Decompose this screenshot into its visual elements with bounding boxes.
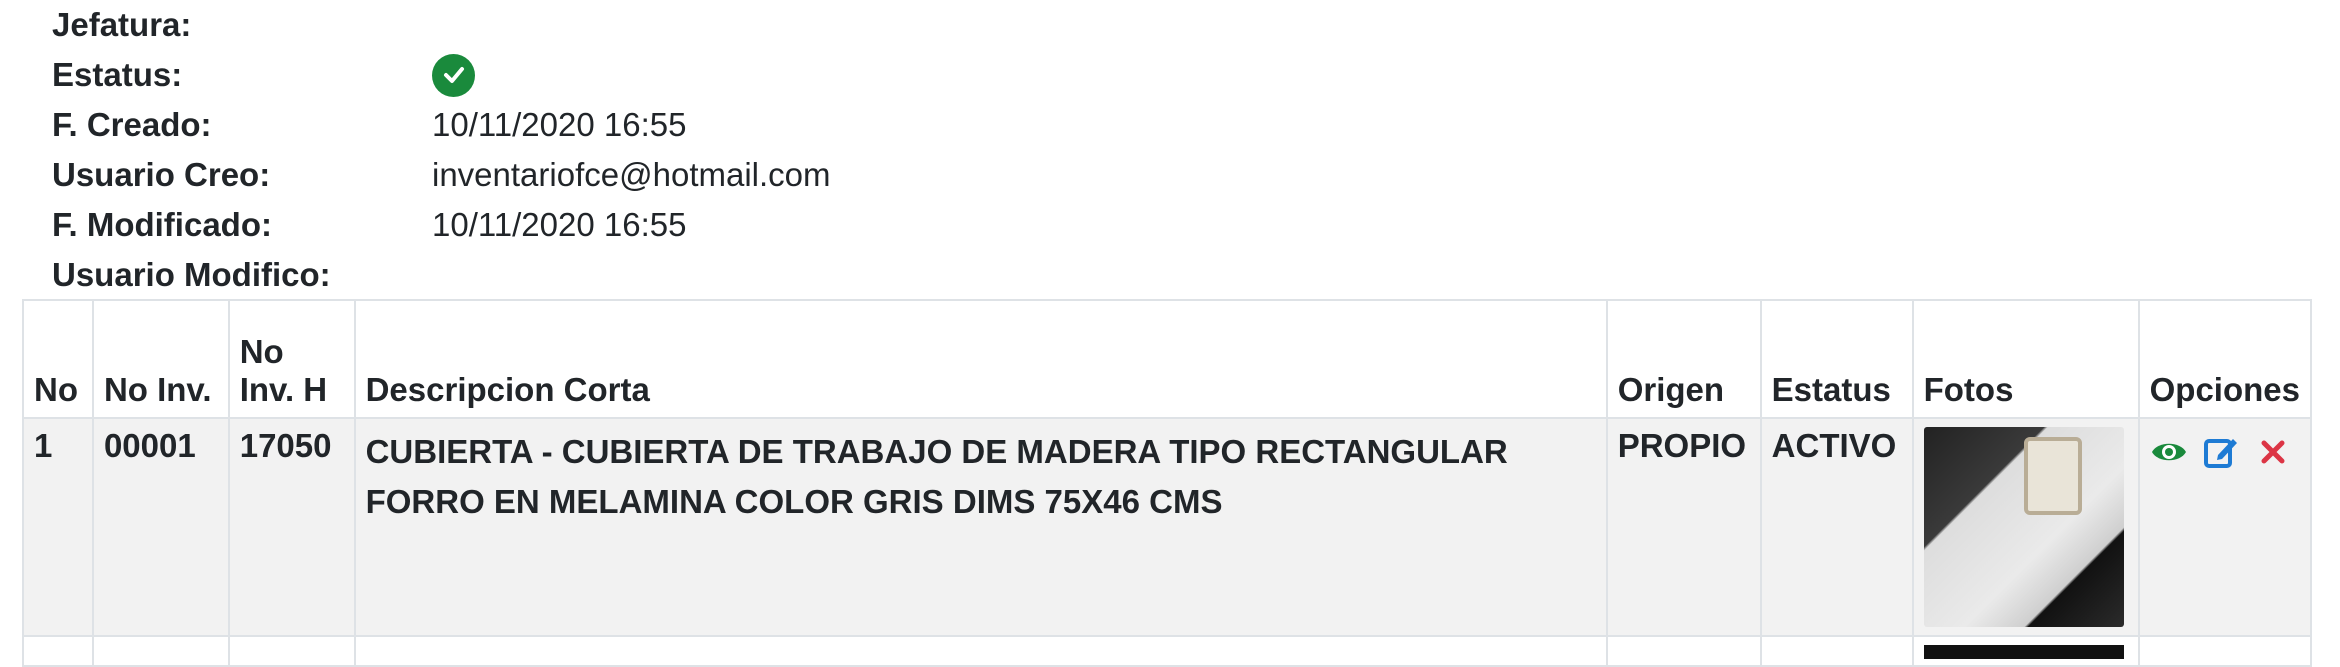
cell-empty	[22, 635, 94, 667]
header-estatus: Estatus	[1759, 299, 1914, 419]
table-row: 1 00001 17050 CUBIERTA - CUBIERTA DE TRA…	[22, 417, 2313, 637]
header-no-inv: No Inv.	[91, 299, 230, 419]
cell-fotos-next	[1911, 635, 2140, 667]
table-header-row: No No Inv. No Inv. H Descripcion Corta O…	[22, 299, 2313, 419]
cell-no-inv: 00001	[91, 417, 230, 637]
cell-empty	[2137, 635, 2313, 667]
header-opciones: Opciones	[2137, 299, 2313, 419]
close-icon[interactable]	[2254, 433, 2292, 471]
edit-icon[interactable]	[2202, 433, 2240, 471]
f-creado-value: 10/11/2020 16:55	[432, 106, 687, 143]
cell-empty	[1605, 635, 1762, 667]
inventory-table: No No Inv. No Inv. H Descripcion Corta O…	[22, 299, 2313, 667]
cell-no-inv-h: 17050	[227, 417, 356, 637]
info-row-jefatura: Jefatura:	[52, 0, 831, 50]
f-modificado-label: F. Modificado:	[52, 206, 272, 243]
header-no-inv-h: No Inv. H	[227, 299, 356, 419]
header-descripcion: Descripcion Corta	[353, 299, 1608, 419]
cell-empty	[1759, 635, 1914, 667]
eye-icon[interactable]	[2150, 433, 2188, 471]
check-circle-icon	[432, 53, 475, 97]
cell-empty	[353, 635, 1608, 667]
f-modificado-value: 10/11/2020 16:55	[432, 206, 687, 243]
usuario-creo-label: Usuario Creo:	[52, 156, 271, 193]
cell-descripcion: CUBIERTA - CUBIERTA DE TRABAJO DE MADERA…	[353, 417, 1608, 637]
info-row-estatus: Estatus:	[52, 50, 831, 100]
header-fotos: Fotos	[1911, 299, 2140, 419]
info-row-f-creado: F. Creado: 10/11/2020 16:55	[52, 100, 831, 150]
info-row-usuario-creo: Usuario Creo: inventariofce@hotmail.com	[52, 150, 831, 200]
options-group	[2150, 427, 2300, 471]
usuario-creo-value: inventariofce@hotmail.com	[432, 156, 831, 193]
estatus-label: Estatus:	[52, 56, 183, 93]
info-row-f-modificado: F. Modificado: 10/11/2020 16:55	[52, 200, 831, 250]
desk-photo[interactable]	[1923, 427, 2124, 627]
next-photo-edge	[1923, 645, 2124, 659]
usuario-modifico-label: Usuario Modifico:	[52, 256, 331, 293]
header-no-inv-h-line1: No	[239, 333, 284, 370]
descripcion-line2: FORRO EN MELAMINA COLOR GRIS DIMS 75X46 …	[365, 483, 1223, 520]
header-origen: Origen	[1605, 299, 1762, 419]
cell-empty	[91, 635, 230, 667]
cell-estatus: ACTIVO	[1759, 417, 1914, 637]
table-row	[22, 635, 2313, 667]
cell-fotos	[1911, 417, 2140, 637]
header-no: No	[22, 299, 94, 419]
cell-origen: PROPIO	[1605, 417, 1762, 637]
info-row-usuario-modifico: Usuario Modifico:	[52, 250, 831, 300]
cell-no: 1	[22, 417, 94, 637]
descripcion-line1: CUBIERTA - CUBIERTA DE TRABAJO DE MADERA…	[365, 433, 1508, 470]
info-section: Jefatura: Estatus: F. Creado: 10/11/2020…	[52, 0, 831, 300]
cell-opciones	[2137, 417, 2313, 637]
f-creado-label: F. Creado:	[52, 106, 212, 143]
header-no-inv-h-line2: Inv. H	[239, 371, 328, 408]
jefatura-label: Jefatura:	[52, 6, 192, 43]
cell-empty	[227, 635, 356, 667]
